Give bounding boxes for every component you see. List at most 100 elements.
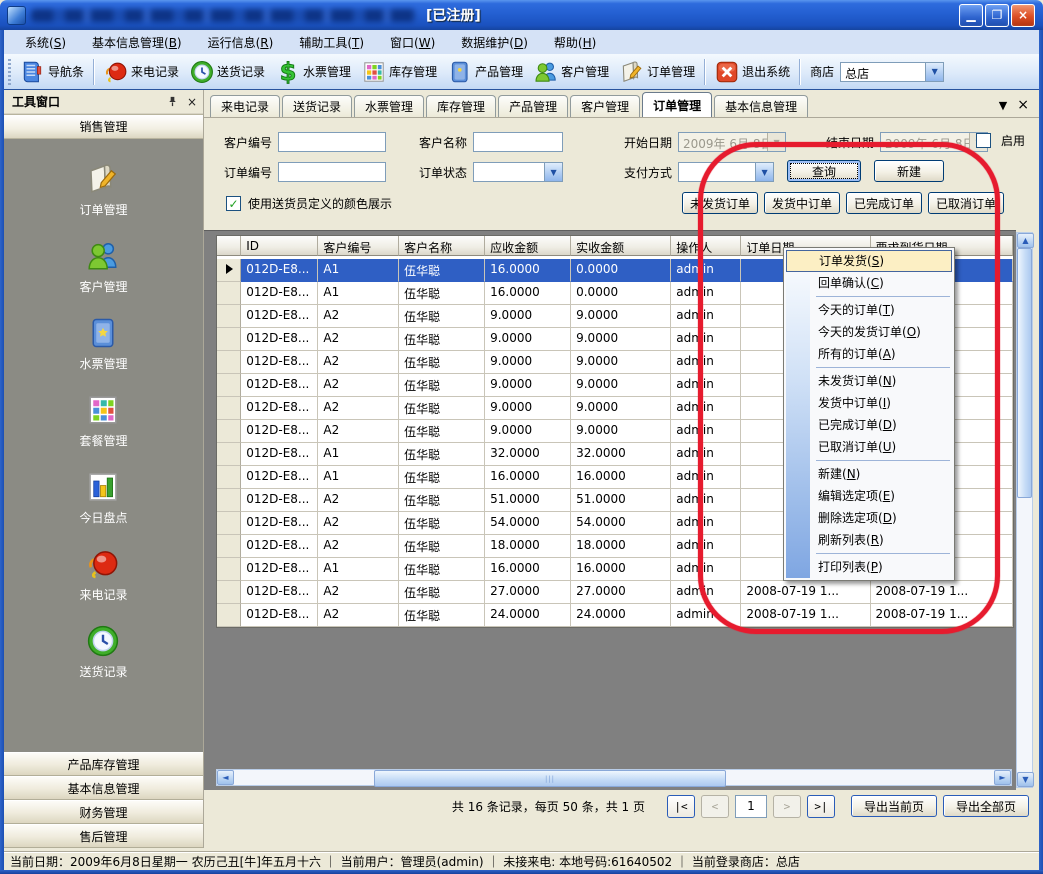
- row-selector[interactable]: [217, 397, 241, 420]
- toolbar-grip[interactable]: [8, 59, 11, 85]
- column-header-0[interactable]: ID: [241, 236, 318, 256]
- order-status-select[interactable]: ▼: [473, 162, 563, 182]
- export-all-pages-button[interactable]: 导出全部页: [943, 795, 1029, 817]
- last-page-button[interactable]: >|: [807, 795, 835, 818]
- menubar-item-D[interactable]: 数据维护(D): [448, 31, 541, 54]
- row-selector[interactable]: [217, 512, 241, 535]
- toolbar-button-exit[interactable]: 退出系统: [709, 57, 795, 87]
- sidebar-group-0[interactable]: 产品库存管理: [4, 752, 203, 776]
- context-menu-item-打印列表[interactable]: 打印列表(P): [786, 556, 952, 578]
- page-number-input[interactable]: [735, 795, 767, 818]
- scroll-up-icon[interactable]: ▲: [1017, 233, 1034, 248]
- vertical-scroll-thumb[interactable]: [1017, 248, 1032, 498]
- row-selector[interactable]: [217, 558, 241, 581]
- tab-来电记录[interactable]: 来电记录: [210, 95, 280, 117]
- sidebar-item-stocktake-chart[interactable]: 今日盘点: [79, 469, 127, 526]
- menubar-item-W[interactable]: 窗口(W): [377, 31, 448, 54]
- tab-订单管理[interactable]: 订单管理: [642, 92, 712, 117]
- maximize-button[interactable]: ❐: [985, 4, 1009, 27]
- row-selector[interactable]: [217, 420, 241, 443]
- color-display-checkbox[interactable]: ✓: [226, 196, 241, 211]
- prev-page-button[interactable]: <: [701, 795, 729, 818]
- context-menu-item-删除选定项[interactable]: 删除选定项(D): [786, 507, 952, 529]
- context-menu-item-回单确认[interactable]: 回单确认(C): [786, 272, 952, 294]
- context-menu-item-已完成订单[interactable]: 已完成订单(D): [786, 414, 952, 436]
- sidebar-item-package-grid[interactable]: 套餐管理: [79, 392, 127, 449]
- scroll-right-icon[interactable]: ►: [994, 770, 1011, 785]
- toolbar-button-customers[interactable]: 客户管理: [528, 57, 614, 87]
- row-selector[interactable]: [217, 466, 241, 489]
- row-selector[interactable]: [217, 259, 241, 282]
- sidebar-group-2[interactable]: 财务管理: [4, 800, 203, 824]
- enable-checkbox[interactable]: [976, 133, 991, 148]
- tab-close-icon[interactable]: ×: [1017, 97, 1029, 113]
- row-selector[interactable]: [217, 443, 241, 466]
- tool-window-close-icon[interactable]: ×: [185, 95, 199, 109]
- column-header-2[interactable]: 客户名称: [399, 236, 485, 256]
- toolbar-button-delivery-clock[interactable]: 送货记录: [184, 57, 270, 87]
- next-page-button[interactable]: >: [773, 795, 801, 818]
- column-header-5[interactable]: 操作人: [671, 236, 741, 256]
- menubar-item-S[interactable]: 系统(S): [12, 31, 79, 54]
- minimize-button[interactable]: ▁: [959, 4, 983, 27]
- menubar-item-R[interactable]: 运行信息(R): [195, 31, 287, 54]
- sidebar-group-1[interactable]: 基本信息管理: [4, 776, 203, 800]
- column-header-1[interactable]: 客户编号: [318, 236, 399, 256]
- sidebar-item-customers[interactable]: 客户管理: [79, 238, 127, 295]
- row-selector[interactable]: [217, 535, 241, 558]
- row-selector[interactable]: [217, 374, 241, 397]
- close-button[interactable]: ×: [1011, 4, 1035, 27]
- row-selector[interactable]: [217, 604, 241, 627]
- tab-产品管理[interactable]: 产品管理: [498, 95, 568, 117]
- tab-基本信息管理[interactable]: 基本信息管理: [714, 95, 808, 117]
- row-selector[interactable]: [217, 282, 241, 305]
- sidebar-item-order-scroll[interactable]: 订单管理: [79, 161, 127, 218]
- context-menu-item-刷新列表[interactable]: 刷新列表(R): [786, 529, 952, 551]
- vertical-scrollbar[interactable]: ▲ ▼: [1016, 232, 1033, 788]
- horizontal-scroll-thumb[interactable]: |||: [374, 770, 726, 787]
- context-menu-item-新建[interactable]: 新建(N): [786, 463, 952, 485]
- scroll-down-icon[interactable]: ▼: [1017, 772, 1034, 787]
- status-filter-button-0[interactable]: 未发货订单: [682, 192, 758, 214]
- context-menu-item-已取消订单[interactable]: 已取消订单(U): [786, 436, 952, 458]
- end-date-picker[interactable]: 2009年 6月 8日 ▼: [880, 132, 988, 152]
- shop-select[interactable]: 总店 ▼: [840, 62, 944, 82]
- tab-客户管理[interactable]: 客户管理: [570, 95, 640, 117]
- query-button[interactable]: 查询: [787, 160, 861, 182]
- row-selector[interactable]: [217, 581, 241, 604]
- status-filter-button-3[interactable]: 已取消订单: [928, 192, 1004, 214]
- status-filter-button-1[interactable]: 发货中订单: [764, 192, 840, 214]
- first-page-button[interactable]: |<: [667, 795, 695, 818]
- tab-水票管理[interactable]: 水票管理: [354, 95, 424, 117]
- tab-送货记录[interactable]: 送货记录: [282, 95, 352, 117]
- order-no-input[interactable]: [278, 162, 386, 182]
- context-menu-item-编辑选定项[interactable]: 编辑选定项(E): [786, 485, 952, 507]
- context-menu-item-发货中订单[interactable]: 发货中订单(I): [786, 392, 952, 414]
- table-row[interactable]: 012D-E8...A2伍华聪27.000027.0000admin2008-0…: [217, 581, 1013, 604]
- table-row[interactable]: 012D-E8...A2伍华聪24.000024.0000admin2008-0…: [217, 604, 1013, 627]
- toolbar-button-incoming-call[interactable]: 来电记录: [98, 57, 184, 87]
- sidebar-item-incoming-call[interactable]: 来电记录: [79, 546, 127, 603]
- new-button[interactable]: 新建: [874, 160, 944, 182]
- status-filter-button-2[interactable]: 已完成订单: [846, 192, 922, 214]
- titlebar[interactable]: [已注册] ▁ ❐ ×: [0, 0, 1043, 30]
- row-selector[interactable]: [217, 328, 241, 351]
- sidebar-item-delivery-clock[interactable]: 送货记录: [79, 623, 127, 680]
- pay-method-select[interactable]: ▼: [678, 162, 774, 182]
- menubar-item-H[interactable]: 帮助(H): [541, 31, 609, 54]
- menubar-item-B[interactable]: 基本信息管理(B): [79, 31, 195, 54]
- context-menu-item-所有的订单[interactable]: 所有的订单(A): [786, 343, 952, 365]
- context-menu-item-订单发货[interactable]: 订单发货(S): [786, 250, 952, 272]
- scroll-left-icon[interactable]: ◄: [217, 770, 234, 785]
- customer-name-input[interactable]: [473, 132, 563, 152]
- sidebar-group-3[interactable]: 售后管理: [4, 824, 203, 848]
- toolbar-button-dollar[interactable]: $水票管理: [270, 57, 356, 87]
- column-header-4[interactable]: 实收金额: [571, 236, 671, 256]
- row-selector[interactable]: [217, 305, 241, 328]
- toolbar-button-navigator[interactable]: 导航条: [15, 57, 89, 87]
- horizontal-scrollbar[interactable]: ◄ ||| ►: [216, 769, 1012, 786]
- toolbar-button-product[interactable]: 产品管理: [442, 57, 528, 87]
- toolbar-button-order-scroll[interactable]: 订单管理: [614, 57, 700, 87]
- menubar-item-T[interactable]: 辅助工具(T): [286, 31, 377, 54]
- export-current-page-button[interactable]: 导出当前页: [851, 795, 937, 817]
